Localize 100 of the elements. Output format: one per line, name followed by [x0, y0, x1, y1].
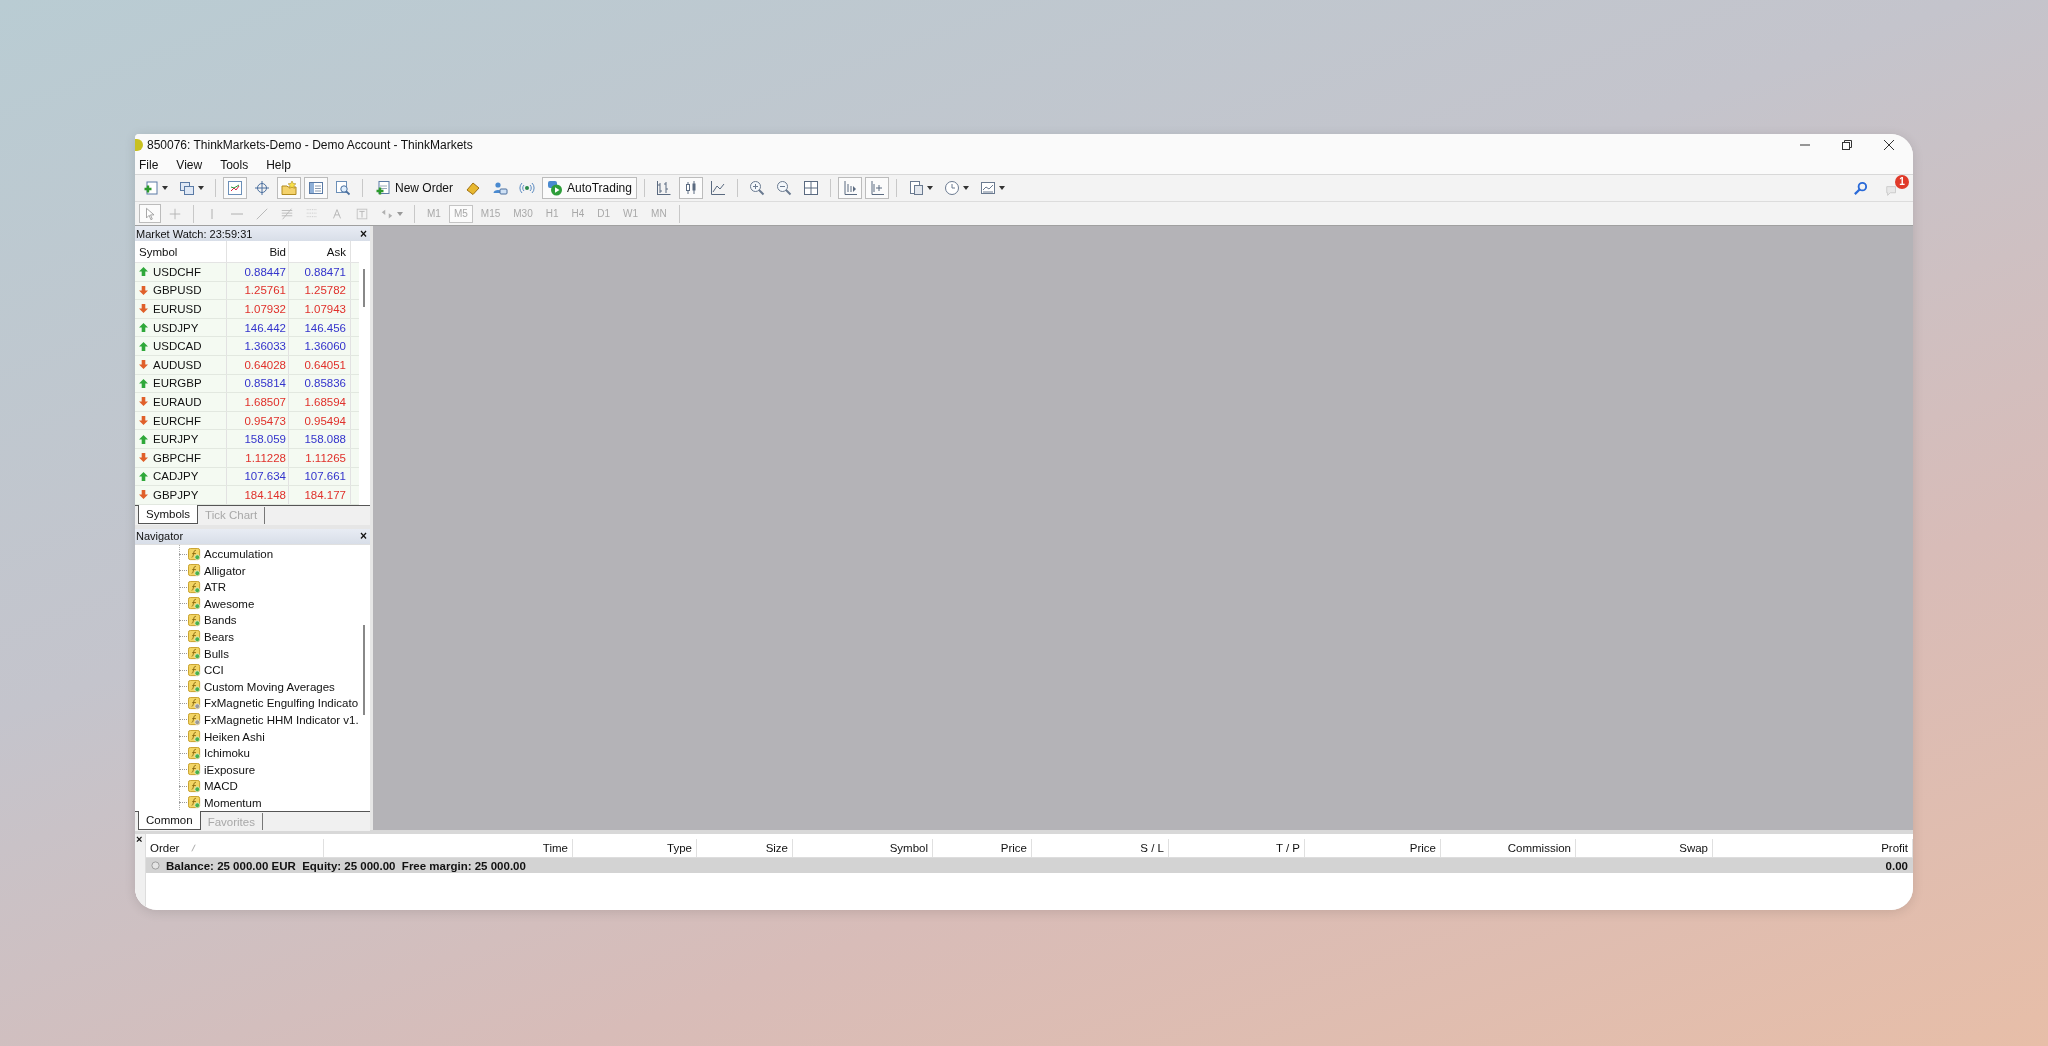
caret-icon	[162, 186, 168, 190]
template-icon	[907, 180, 924, 196]
navigator-item[interactable]: MACD	[204, 780, 238, 793]
toolbar-button[interactable]	[223, 177, 247, 199]
indicator-icon	[188, 547, 201, 561]
symbol-cell: EURJPY	[135, 430, 227, 448]
ask-cell: 146.456	[289, 318, 351, 337]
document-plus-icon	[375, 180, 391, 196]
bid-cell: 0.88447	[227, 263, 289, 281]
navigator-item[interactable]: Momentum	[204, 796, 262, 809]
symbol-cell: EURGBP	[135, 374, 227, 393]
navigator-item[interactable]: Bulls	[204, 647, 229, 660]
bar-chart-icon	[655, 180, 672, 196]
column-header[interactable]: Ask	[289, 241, 351, 262]
symbol-cell: EURAUD	[135, 393, 227, 411]
navigator-item[interactable]: Custom Moving Averages	[204, 680, 335, 693]
toolbar-button[interactable]: AutoTrading	[542, 177, 637, 199]
ingot-icon	[465, 180, 481, 196]
signal-icon	[519, 180, 535, 196]
panel-tab[interactable]: Common	[138, 811, 201, 831]
column-header[interactable]: Symbol	[889, 839, 928, 857]
bid-cell: 1.68507	[227, 393, 289, 411]
bid-cell: 1.36033	[227, 337, 289, 355]
toolbar-button[interactable]	[837, 177, 862, 199]
zoom-out-icon	[775, 180, 792, 196]
chat-bubble-icon[interactable]	[1885, 184, 1899, 198]
close-button[interactable]: ×	[360, 529, 367, 544]
column-header[interactable]: Size	[765, 839, 788, 857]
symbol-cell: USDJPY	[135, 318, 227, 337]
sort-icon	[191, 844, 197, 852]
caret-icon	[926, 186, 933, 190]
menu-item[interactable]: View	[166, 157, 211, 172]
column-header[interactable]: S / L	[1140, 839, 1164, 857]
navigator-item[interactable]: ATR	[204, 581, 227, 594]
column-header[interactable]: Symbol	[135, 241, 227, 262]
toolbar-button[interactable]	[864, 177, 889, 199]
menu-item[interactable]: Tools	[210, 157, 257, 172]
indicator-icon	[188, 630, 201, 644]
scrollbar-thumb[interactable]	[363, 624, 365, 715]
play-circle-icon	[547, 180, 563, 196]
toolbar-button[interactable]: New Order	[370, 177, 458, 199]
ask-cell: 0.88471	[289, 263, 351, 281]
close-button[interactable]: ×	[360, 226, 367, 241]
column-header[interactable]: Type	[667, 839, 692, 857]
close-icon[interactable]	[1883, 138, 1895, 151]
column-header[interactable]: Commission	[1507, 839, 1571, 857]
indicator-icon	[188, 580, 201, 594]
navigator-item[interactable]: Ichimoku	[204, 747, 251, 760]
toolbar-button[interactable]	[678, 177, 703, 199]
column-header[interactable]: Swap	[1679, 839, 1708, 857]
navigator-item[interactable]: Awesome	[204, 597, 255, 610]
caret-icon	[962, 186, 969, 190]
toolbar-button[interactable]	[304, 177, 328, 199]
symbol-cell: USDCHF	[135, 263, 227, 281]
caret-icon	[198, 186, 204, 190]
bid-cell: 1.11228	[227, 448, 289, 467]
ask-cell: 0.64051	[289, 355, 351, 374]
column-header[interactable]: Time	[542, 839, 568, 857]
indicator-icon	[188, 763, 201, 777]
profit-total: 0.00	[1885, 859, 1908, 872]
indicator-icon	[188, 730, 201, 744]
crosshair-icon	[254, 180, 270, 196]
symbol-cell: EURUSD	[135, 300, 227, 318]
navigator-item[interactable]: FxMagnetic HHM Indicator v1.	[204, 713, 359, 726]
column-header[interactable]: Price	[1000, 839, 1027, 857]
symbol-cell: AUDUSD	[135, 355, 227, 374]
bid-cell: 0.64028	[227, 355, 289, 374]
restore-icon[interactable]	[1841, 138, 1853, 151]
vertical-line-icon	[211, 208, 213, 219]
menu-item[interactable]: File	[137, 157, 167, 172]
menu-item[interactable]: Help	[256, 157, 299, 172]
column-header[interactable]: Bid	[227, 241, 289, 262]
star-folder-icon	[281, 180, 297, 196]
scrollbar-thumb[interactable]	[363, 269, 365, 307]
search-icon[interactable]	[1853, 180, 1868, 196]
ask-cell: 107.661	[289, 467, 351, 486]
column-header[interactable]: Order	[150, 839, 197, 857]
close-button[interactable]: ×	[135, 834, 145, 845]
zoom-in-icon	[748, 180, 765, 196]
column-header[interactable]: Price	[1409, 839, 1436, 857]
navigator-item[interactable]: Bands	[204, 614, 237, 627]
people-icon	[492, 180, 508, 196]
navigator-item[interactable]: Accumulation	[204, 548, 274, 560]
navigator-item[interactable]: CCI	[204, 664, 224, 677]
ask-cell: 1.07943	[289, 300, 351, 318]
navigator-item[interactable]: Heiken Ashi	[204, 730, 265, 743]
bid-cell: 107.634	[227, 467, 289, 486]
bid-cell: 1.07932	[227, 300, 289, 318]
notification-badge: 1	[1895, 175, 1909, 189]
column-header[interactable]: Profit	[1881, 839, 1908, 857]
app-icon	[135, 138, 143, 151]
column-header[interactable]: T / P	[1275, 839, 1300, 857]
navigator-item[interactable]: Bears	[204, 631, 235, 643]
navigator-item[interactable]: FxMagnetic Engulfing Indicato	[204, 697, 359, 710]
symbol-cell: GBPJPY	[135, 486, 227, 504]
toolbar-button[interactable]	[277, 177, 301, 199]
toolbar-button[interactable]	[139, 204, 161, 223]
navigator-item[interactable]: iExposure	[204, 763, 256, 776]
navigator-item[interactable]: Alligator	[204, 564, 246, 577]
bid-cell: 158.059	[227, 430, 289, 448]
